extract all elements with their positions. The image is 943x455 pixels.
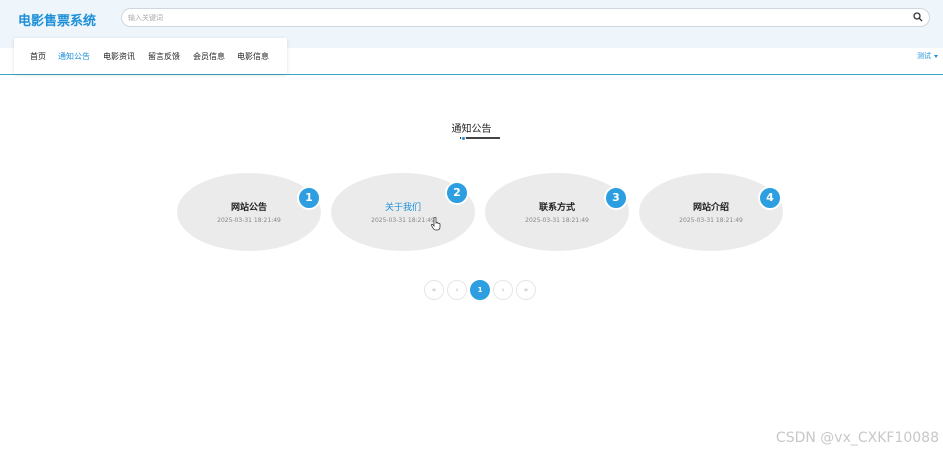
card-number-badge: 4 xyxy=(758,186,782,210)
notice-card-date: 2025-03-31 18:21:49 xyxy=(217,217,281,224)
user-menu[interactable]: 测试 xyxy=(917,51,938,61)
card-number-badge: 3 xyxy=(604,186,628,210)
notice-card-date: 2025-03-31 18:21:49 xyxy=(525,217,589,224)
pagination-last-button[interactable]: » xyxy=(516,280,536,300)
notice-card-date: 2025-03-31 18:21:49 xyxy=(679,217,743,224)
pagination-next-button[interactable]: › xyxy=(493,280,513,300)
search-input[interactable] xyxy=(128,11,898,24)
user-name: 测试 xyxy=(917,52,931,60)
pagination-first-button[interactable]: « xyxy=(424,280,444,300)
notice-card-date: 2025-03-31 18:21:49 xyxy=(371,217,435,224)
nav-item-movie-news[interactable]: 电影资讯 xyxy=(103,51,135,62)
nav-item-feedback[interactable]: 留言反馈 xyxy=(148,51,180,62)
notice-card[interactable]: 联系方式 2025-03-31 18:21:49 xyxy=(485,173,629,251)
chevron-down-icon xyxy=(934,54,938,58)
nav-item-home[interactable]: 首页 xyxy=(30,51,46,62)
notice-card[interactable]: 网站公告 2025-03-31 18:21:49 xyxy=(177,173,321,251)
search-box xyxy=(121,8,930,27)
title-underline xyxy=(460,137,500,139)
card-number-badge: 2 xyxy=(445,181,469,205)
nav-item-notices[interactable]: 通知公告 xyxy=(58,51,90,62)
pagination-prev-button[interactable]: ‹ xyxy=(447,280,467,300)
hand-cursor-icon xyxy=(431,217,441,231)
search-icon[interactable] xyxy=(913,12,923,22)
pagination-page-button[interactable]: 1 xyxy=(470,280,490,300)
notice-card[interactable]: 网站介绍 2025-03-31 18:21:49 xyxy=(639,173,783,251)
card-number-badge: 1 xyxy=(297,186,321,210)
nav-bar: 首页 通知公告 电影资讯 留言反馈 会员信息 电影信息 测试 xyxy=(0,38,943,75)
watermark: CSDN @vx_CXKF10088 xyxy=(775,430,939,446)
nav-menu: 首页 通知公告 电影资讯 留言反馈 会员信息 电影信息 xyxy=(14,38,287,74)
section-title: 通知公告 xyxy=(451,124,492,135)
nav-item-movie-info[interactable]: 电影信息 xyxy=(237,51,269,62)
site-logo[interactable]: 电影售票系统 xyxy=(18,10,96,29)
title-underline-dot xyxy=(461,136,466,141)
nav-item-member-info[interactable]: 会员信息 xyxy=(193,51,225,62)
